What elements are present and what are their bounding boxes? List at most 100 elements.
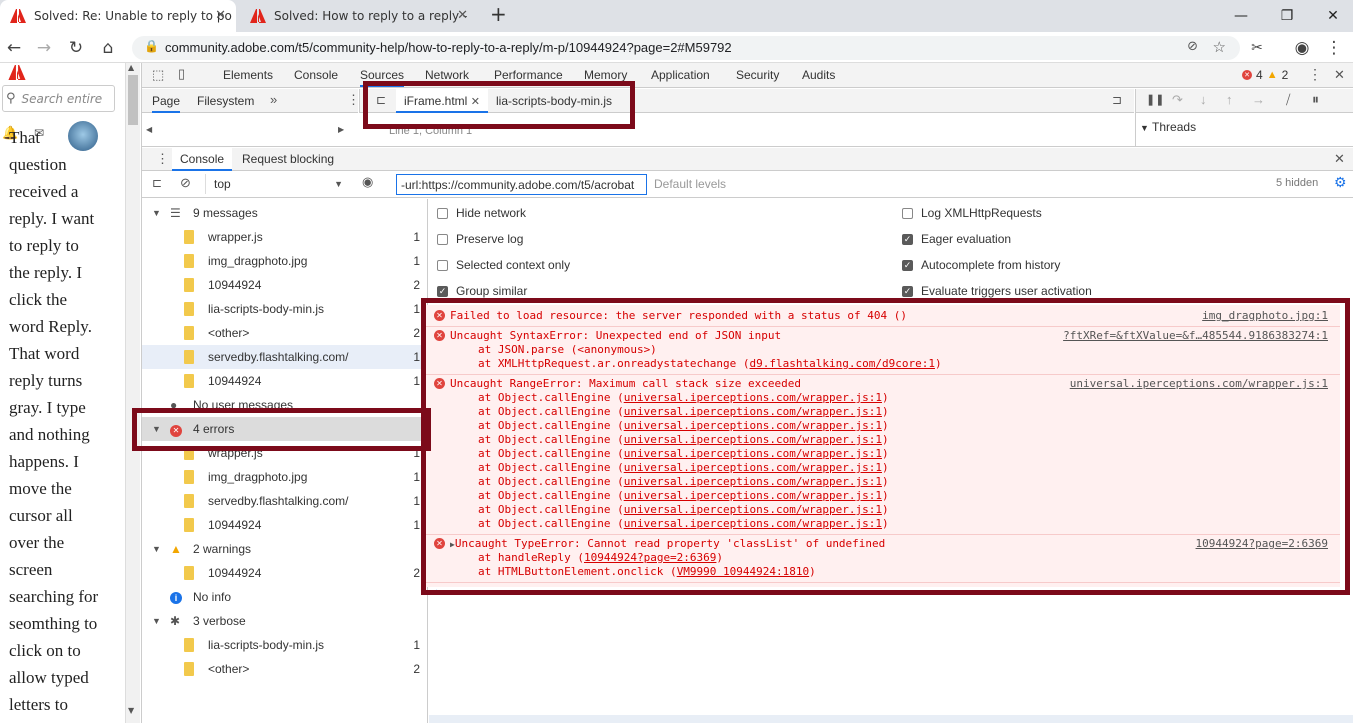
sidebar-item-label: img_dragphoto.jpg: [208, 470, 308, 484]
sidebar-item[interactable]: lia-scripts-body-min.js 1: [142, 297, 428, 321]
setting-checkbox[interactable]: ✓ Autocomplete from history: [902, 258, 1060, 272]
file-icon: [184, 566, 194, 580]
devtools-tab-application[interactable]: Application: [651, 68, 710, 82]
blocked-icon[interactable]: ⊘: [1187, 39, 1198, 54]
sidebar-group-messages[interactable]: ▼ ☰ 9 messages: [142, 201, 428, 225]
threads-section[interactable]: ▼ Threads: [1140, 120, 1196, 134]
step-icon[interactable]: →: [1252, 92, 1265, 107]
checkbox-icon: ✓: [902, 285, 913, 297]
sidebar-item[interactable]: img_dragphoto.jpg 1: [142, 465, 428, 489]
console-toolbar: ⊏ ⊘ top ▼ ◉ -url:https://community.adobe…: [142, 171, 1353, 198]
maximize-icon[interactable]: ❐: [1264, 0, 1310, 32]
scroll-up-icon[interactable]: ▲: [128, 63, 134, 72]
menu-icon[interactable]: ⋮: [1322, 36, 1346, 60]
sidebar-item-label: 10944924: [208, 374, 262, 388]
clear-console-icon[interactable]: ⊘: [180, 175, 191, 191]
step-out-icon[interactable]: ↑: [1226, 92, 1233, 107]
setting-checkbox[interactable]: ✓ Group similar: [437, 284, 527, 298]
devtools-tab-elements[interactable]: Elements: [223, 68, 273, 82]
extension-icon[interactable]: ✂: [1245, 36, 1269, 60]
close-window-icon[interactable]: ✕: [1310, 0, 1353, 32]
sidebar-item-label: <other>: [208, 662, 250, 676]
eye-icon[interactable]: ◉: [362, 174, 373, 190]
setting-checkbox[interactable]: Preserve log: [437, 232, 523, 246]
console-filter-input[interactable]: -url:https://community.adobe.com/t5/acro…: [396, 174, 647, 195]
sidebar-item[interactable]: img_dragphoto.jpg 1: [142, 249, 428, 273]
setting-checkbox[interactable]: Selected context only: [437, 258, 570, 272]
file-icon: [184, 470, 194, 484]
sidebar-item[interactable]: wrapper.js 1: [142, 225, 428, 249]
reload-icon[interactable]: ↻: [64, 36, 88, 60]
close-tab-icon[interactable]: ✕: [215, 8, 226, 23]
profile-icon[interactable]: ◉: [1290, 36, 1314, 60]
nav-tab-filesystem[interactable]: Filesystem: [197, 94, 254, 108]
sidebar-item[interactable]: 10944924 1: [142, 513, 428, 537]
file-icon: [184, 518, 194, 532]
issue-counts[interactable]: ✕ 4 ▲ 2: [1242, 68, 1288, 82]
nav-tab-page[interactable]: Page: [152, 94, 181, 113]
scroll-thumb[interactable]: [128, 75, 138, 125]
drawer-tab-console[interactable]: Console: [172, 148, 233, 171]
devtools-tab-network[interactable]: Network: [425, 68, 469, 82]
browser-tab-1[interactable]: Solved: Re: Unable to reply to po ✕: [0, 0, 236, 32]
inspect-icon[interactable]: ⬚: [152, 67, 164, 83]
file-icon: [184, 638, 194, 652]
step-over-icon[interactable]: ↷: [1172, 92, 1183, 108]
sidebar-item[interactable]: 10944924 2: [142, 561, 428, 585]
home-icon[interactable]: ⌂: [96, 36, 120, 60]
context-selector[interactable]: top ▼: [205, 174, 345, 194]
more-tabs-icon[interactable]: »: [270, 92, 277, 107]
site-search-box[interactable]: ⚲ Search entire: [2, 85, 115, 112]
sidebar-toggle-icon[interactable]: ⊏: [152, 176, 162, 190]
more-options-icon[interactable]: ⋮: [1308, 66, 1322, 83]
sidebar-item[interactable]: <other> 2: [142, 321, 428, 345]
navigator-scrollbar[interactable]: ◀ ▶: [142, 125, 358, 135]
browser-tab-2[interactable]: Solved: How to reply to a reply - ✕: [240, 0, 478, 32]
devtools-tab-audits[interactable]: Audits: [802, 68, 835, 82]
sidebar-item[interactable]: servedby.flashtalking.com/1: [142, 345, 428, 369]
drawer-tab-request-blocking[interactable]: Request blocking: [242, 152, 334, 166]
scroll-down-icon[interactable]: ▼: [128, 706, 134, 715]
setting-checkbox[interactable]: Hide network: [437, 206, 526, 220]
devtools-tab-console[interactable]: Console: [294, 68, 338, 82]
setting-checkbox[interactable]: ✓ Evaluate triggers user activation: [902, 284, 1092, 298]
sidebar-item[interactable]: lia-scripts-body-min.js 1: [142, 633, 428, 657]
sidebar-item-count: 1: [413, 374, 420, 388]
omnibox[interactable]: 🔒 community.adobe.com/t5/community-help/…: [132, 36, 1240, 60]
sidebar-item[interactable]: <other> 2: [142, 657, 428, 681]
pause-icon[interactable]: ❚❚: [1146, 93, 1164, 106]
checkbox-icon: ✓: [902, 233, 913, 245]
setting-checkbox[interactable]: Log XMLHttpRequests: [902, 206, 1042, 220]
device-toggle-icon[interactable]: ▯: [178, 66, 185, 82]
sidebar-item[interactable]: 10944924 1: [142, 369, 428, 393]
drawer-menu-icon[interactable]: ⋮: [156, 151, 169, 167]
devtools-tab-security[interactable]: Security: [736, 68, 779, 82]
deactivate-breakpoints-icon[interactable]: ⧸: [1286, 92, 1290, 108]
sidebar-item[interactable]: servedby.flashtalking.com/1: [142, 489, 428, 513]
page-scrollbar[interactable]: ▲ ▼: [125, 63, 140, 723]
close-tab-icon[interactable]: ✕: [457, 8, 468, 23]
minimize-icon[interactable]: —: [1218, 0, 1264, 32]
post-line: That: [9, 128, 41, 147]
close-devtools-icon[interactable]: ✕: [1334, 67, 1345, 83]
sidebar-item-label: img_dragphoto.jpg: [208, 254, 308, 268]
console-settings-gear-icon[interactable]: ⚙: [1334, 174, 1347, 191]
devtools-tab-memory[interactable]: Memory: [584, 68, 627, 82]
back-arrow-icon[interactable]: ←: [2, 36, 26, 60]
log-levels-dropdown[interactable]: Default levels: [654, 177, 726, 191]
toggle-debugger-icon[interactable]: ⊐: [1112, 93, 1122, 107]
sidebar-group-info[interactable]: i No info: [142, 585, 428, 609]
star-icon[interactable]: ☆: [1213, 38, 1226, 56]
new-tab-button[interactable]: +: [490, 2, 507, 26]
page-content: ⚲ Search entire 🔔 ✉ That question received…: [0, 63, 141, 723]
setting-checkbox[interactable]: ✓ Eager evaluation: [902, 232, 1011, 246]
pause-exceptions-icon[interactable]: ⏸: [1312, 91, 1319, 108]
step-into-icon[interactable]: ↓: [1200, 92, 1207, 107]
forward-arrow-icon[interactable]: →: [32, 36, 56, 60]
sidebar-group-warnings[interactable]: ▼ ▲ 2 warnings: [142, 537, 428, 561]
drawer-tabbar: ⋮ Console Request blocking ✕: [142, 148, 1353, 171]
close-drawer-icon[interactable]: ✕: [1334, 151, 1345, 167]
sidebar-item[interactable]: 10944924 2: [142, 273, 428, 297]
sidebar-group-verbose[interactable]: ▼ ✱ 3 verbose: [142, 609, 428, 633]
devtools-tab-performance[interactable]: Performance: [494, 68, 563, 82]
